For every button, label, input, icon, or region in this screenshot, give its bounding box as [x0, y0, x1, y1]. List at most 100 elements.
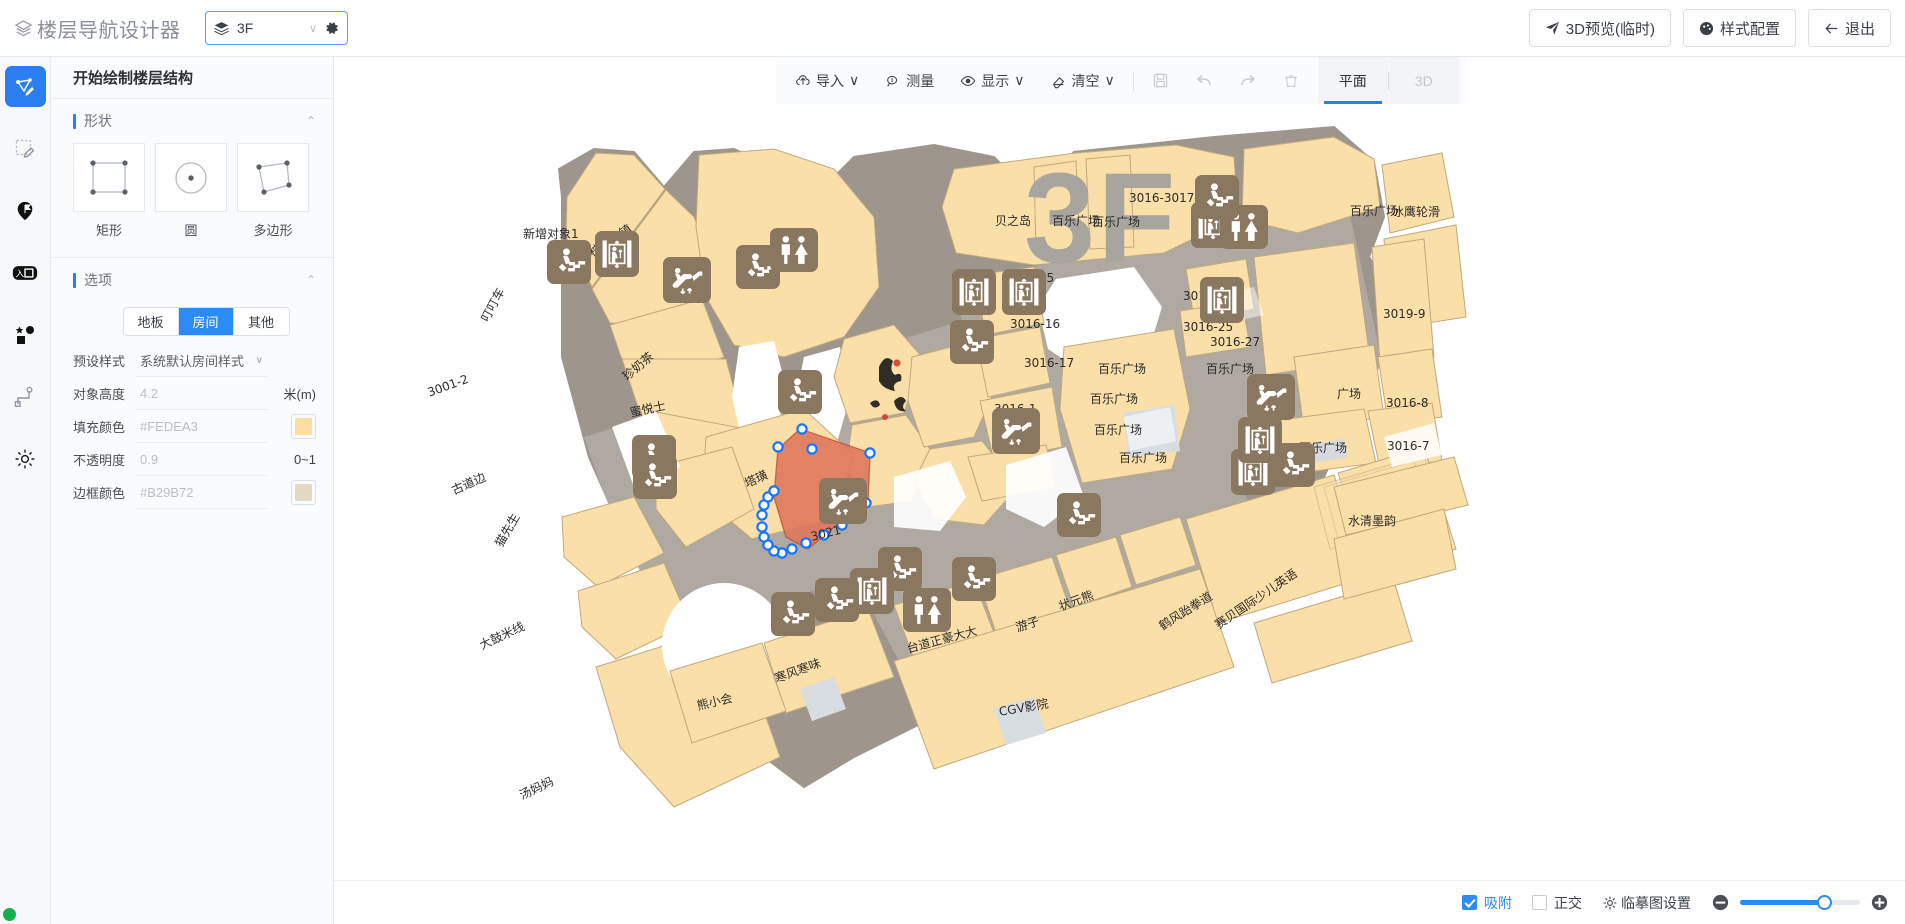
map-marker-stairs-icon[interactable]	[950, 320, 994, 364]
left-panel: 开始绘制楼层结构 形状 ⌃ 矩形 圆	[51, 57, 334, 924]
header-buttons: 3D预览(临时) 样式配置 退出	[1529, 9, 1891, 47]
delete-button[interactable]	[1270, 57, 1312, 104]
dashed-rect-pen-icon	[13, 137, 37, 161]
field-fill-color: 填充颜色 #FEDEA3	[73, 410, 316, 443]
border-color-value: #B29B72	[140, 485, 264, 500]
preview-3d-label: 3D预览(临时)	[1566, 18, 1655, 39]
clear-button[interactable]: 清空 ∨	[1038, 57, 1128, 104]
rail-item-poi-tool[interactable]	[5, 190, 46, 231]
chevron-up-icon[interactable]: ⌃	[306, 273, 316, 287]
map-marker-elevator-icon[interactable]	[595, 231, 639, 277]
measure-button[interactable]: 测量	[872, 57, 947, 104]
chevron-down-icon: ∨	[1105, 72, 1115, 89]
tab-3d[interactable]: 3D	[1389, 57, 1459, 104]
save-button[interactable]	[1139, 57, 1182, 104]
preview-3d-button[interactable]: 3D预览(临时)	[1529, 9, 1671, 47]
section-accent-bar	[73, 114, 76, 129]
undo-icon	[1195, 72, 1213, 90]
preset-style-value: 系统默认房间样式	[140, 351, 256, 370]
toolbar-separator	[1133, 71, 1134, 91]
import-button[interactable]: 导入 ∨	[782, 57, 872, 104]
section-header-shape[interactable]: 形状 ⌃	[51, 99, 333, 143]
map-marker-elevator-icon[interactable]	[952, 269, 996, 315]
map-marker-stairs-icon[interactable]	[778, 370, 822, 414]
map-marker-elevator-icon[interactable]	[1238, 417, 1282, 463]
map-marker-stairs-icon[interactable]	[547, 240, 591, 284]
field-label-border-color: 边框颜色	[73, 483, 135, 502]
map-canvas[interactable]: 3F 新增对象1柠檬小镇叮叮车3001-2古道边珍奶茶蜜悦士鱼伯伯猫先生大鼓米线…	[334, 57, 1905, 924]
undo-button[interactable]	[1182, 57, 1226, 104]
app-brand: 楼层导航设计器	[14, 14, 181, 43]
object-height-value: 4.2	[140, 386, 263, 401]
gear-icon	[13, 447, 37, 471]
segment-other[interactable]: 其他	[234, 308, 289, 335]
map-marker-elevator-icon[interactable]	[1002, 269, 1046, 315]
tab-plan[interactable]: 平面	[1318, 57, 1388, 104]
path-node-icon	[13, 385, 37, 409]
rail-item-settings-tool[interactable]	[5, 438, 46, 479]
field-suffix-object-height: 米(m)	[274, 384, 316, 403]
map-marker-restroom-icon[interactable]	[770, 228, 818, 272]
map-marker-restroom-icon[interactable]	[903, 588, 951, 632]
shape-circle[interactable]: 圆	[155, 143, 227, 239]
section-label-options: 选项	[84, 270, 306, 290]
gear-icon[interactable]	[324, 20, 340, 36]
shape-rectangle-label: 矩形	[73, 220, 145, 239]
save-icon	[1152, 72, 1169, 89]
exit-label: 退出	[1845, 18, 1875, 39]
opacity-input[interactable]: 0.9	[135, 444, 268, 476]
polygon-pen-icon	[13, 75, 37, 99]
section-header-options[interactable]: 选项 ⌃	[51, 258, 333, 302]
map-marker-stairs-icon[interactable]	[952, 557, 996, 601]
style-config-button[interactable]: 样式配置	[1683, 9, 1796, 47]
fill-color-input[interactable]: #FEDEA3	[135, 411, 269, 443]
field-opacity: 不透明度 0.9 0~1	[73, 443, 316, 476]
rectangle-shape-icon	[86, 157, 132, 199]
map-marker-escalator-icon[interactable]	[819, 478, 867, 524]
chevron-up-icon[interactable]: ⌃	[306, 114, 316, 128]
redo-icon	[1239, 72, 1257, 90]
map-marker-stairs-icon[interactable]	[1057, 493, 1101, 537]
field-label-opacity: 不透明度	[73, 450, 135, 469]
floor-selector-value: 3F	[237, 20, 302, 36]
field-suffix-opacity: 0~1	[274, 452, 316, 467]
chevron-down-icon[interactable]: ∨	[309, 22, 317, 35]
field-preset-style: 预设样式 系统默认房间样式 ∨	[73, 344, 316, 377]
segment-floor[interactable]: 地板	[124, 308, 179, 335]
svg-text:入: 入	[15, 269, 24, 279]
object-height-input[interactable]: 4.2	[135, 378, 268, 410]
shape-picker: 矩形 圆 多边形	[51, 143, 333, 247]
rail-item-region-edit-tool[interactable]	[5, 128, 46, 169]
chevron-down-icon: ∨	[849, 72, 859, 89]
floor-selector[interactable]: 3F ∨	[205, 11, 348, 45]
rail-item-path-tool[interactable]	[5, 376, 46, 417]
rail-item-draw-tool[interactable]	[5, 66, 46, 107]
shape-circle-label: 圆	[155, 220, 227, 239]
shape-rectangle[interactable]: 矩形	[73, 143, 145, 239]
chevron-down-icon: ∨	[256, 355, 263, 366]
map-markers-layer	[334, 57, 1905, 924]
map-marker-stairs-icon[interactable]	[1195, 175, 1239, 219]
shape-polygon[interactable]: 多边形	[237, 143, 309, 239]
rail-item-decor-tool[interactable]	[5, 314, 46, 355]
border-color-input[interactable]: #B29B72	[135, 477, 269, 509]
border-color-swatch[interactable]	[291, 480, 316, 505]
map-marker-escalator-icon[interactable]	[992, 408, 1040, 454]
map-marker-stairs-icon[interactable]	[771, 592, 815, 636]
map-marker-elevator-icon[interactable]	[1200, 277, 1244, 323]
map-marker-escalator-icon[interactable]	[1247, 374, 1295, 420]
preset-style-select[interactable]: 系统默认房间样式 ∨	[135, 345, 268, 377]
exit-button[interactable]: 退出	[1808, 9, 1891, 47]
top-bar: 楼层导航设计器 3F ∨ 3D预览(临时) 样式配置 退出	[0, 0, 1905, 57]
trash-icon	[1283, 73, 1299, 89]
measure-label: 测量	[906, 71, 934, 91]
fill-color-swatch[interactable]	[291, 414, 316, 439]
map-marker-stairs-icon[interactable]	[815, 578, 859, 622]
map-marker-escalator-icon[interactable]	[663, 257, 711, 303]
segment-room[interactable]: 房间	[179, 308, 234, 335]
rail-item-entrance-tool[interactable]: 入	[5, 252, 46, 293]
display-button[interactable]: 显示 ∨	[947, 57, 1037, 104]
redo-button[interactable]	[1226, 57, 1270, 104]
palette-icon	[1699, 21, 1714, 36]
map-marker-stairs-icon[interactable]	[633, 455, 677, 499]
